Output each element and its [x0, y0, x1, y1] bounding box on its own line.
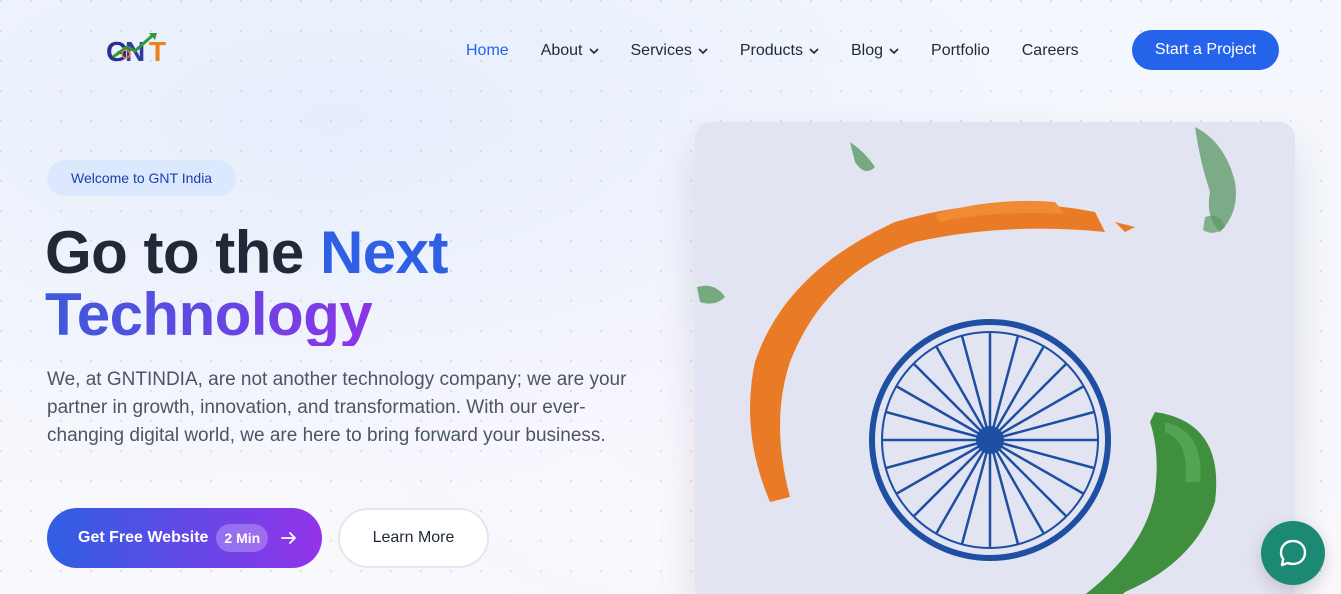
nav-item-about[interactable]: About [541, 40, 599, 62]
nav-item-label: Home [466, 42, 509, 59]
nav-item-portfolio[interactable]: Portfolio [931, 40, 990, 62]
gnt-logo-icon[interactable]: G N T [105, 27, 177, 67]
chevron-down-icon [809, 48, 819, 55]
hero-title-highlight: Next [319, 219, 449, 286]
hero-title-part1: Go to the [45, 219, 320, 286]
nav-item-label: Services [630, 42, 692, 59]
get-free-website-button[interactable]: Get Free Website 2 Min [47, 508, 322, 568]
main-nav: Home About Services Products Blog Portfo… [466, 40, 1111, 62]
start-project-button[interactable]: Start a Project [1132, 30, 1279, 70]
nav-item-label: About [540, 42, 583, 59]
learn-more-button[interactable]: Learn More [338, 508, 489, 568]
chevron-down-icon [889, 48, 899, 55]
chevron-down-icon [698, 48, 708, 55]
hero-title: Go to the Next Technology [45, 219, 449, 348]
nav-item-home[interactable]: Home [466, 40, 509, 62]
hero-image [695, 122, 1295, 594]
nav-item-services[interactable]: Services [631, 40, 708, 62]
nav-item-careers[interactable]: Careers [1022, 40, 1079, 62]
button-label: Get Free Website [78, 529, 209, 546]
arrow-right-icon [281, 532, 297, 544]
nav-item-blog[interactable]: Blog [851, 40, 899, 62]
time-pill: 2 Min [216, 524, 269, 552]
nav-item-products[interactable]: Products [740, 40, 819, 62]
nav-item-label: Portfolio [931, 42, 990, 59]
nav-item-label: Products [739, 42, 803, 59]
chat-button[interactable] [1261, 521, 1325, 585]
chevron-down-icon [588, 48, 599, 55]
hero-description: We, at GNTINDIA, are not another technol… [47, 369, 627, 446]
welcome-badge: Welcome to GNT India [47, 160, 237, 196]
nav-item-label: Blog [851, 42, 884, 59]
site-header: G N T Home About Services Products Blog [0, 0, 1341, 100]
nav-item-label: Careers [1021, 42, 1079, 59]
ashoka-chakra-icon [869, 319, 1111, 561]
chat-bubble-icon [1279, 539, 1307, 567]
svg-text:T: T [149, 36, 166, 67]
hero-title-line2: Technology [45, 281, 373, 348]
